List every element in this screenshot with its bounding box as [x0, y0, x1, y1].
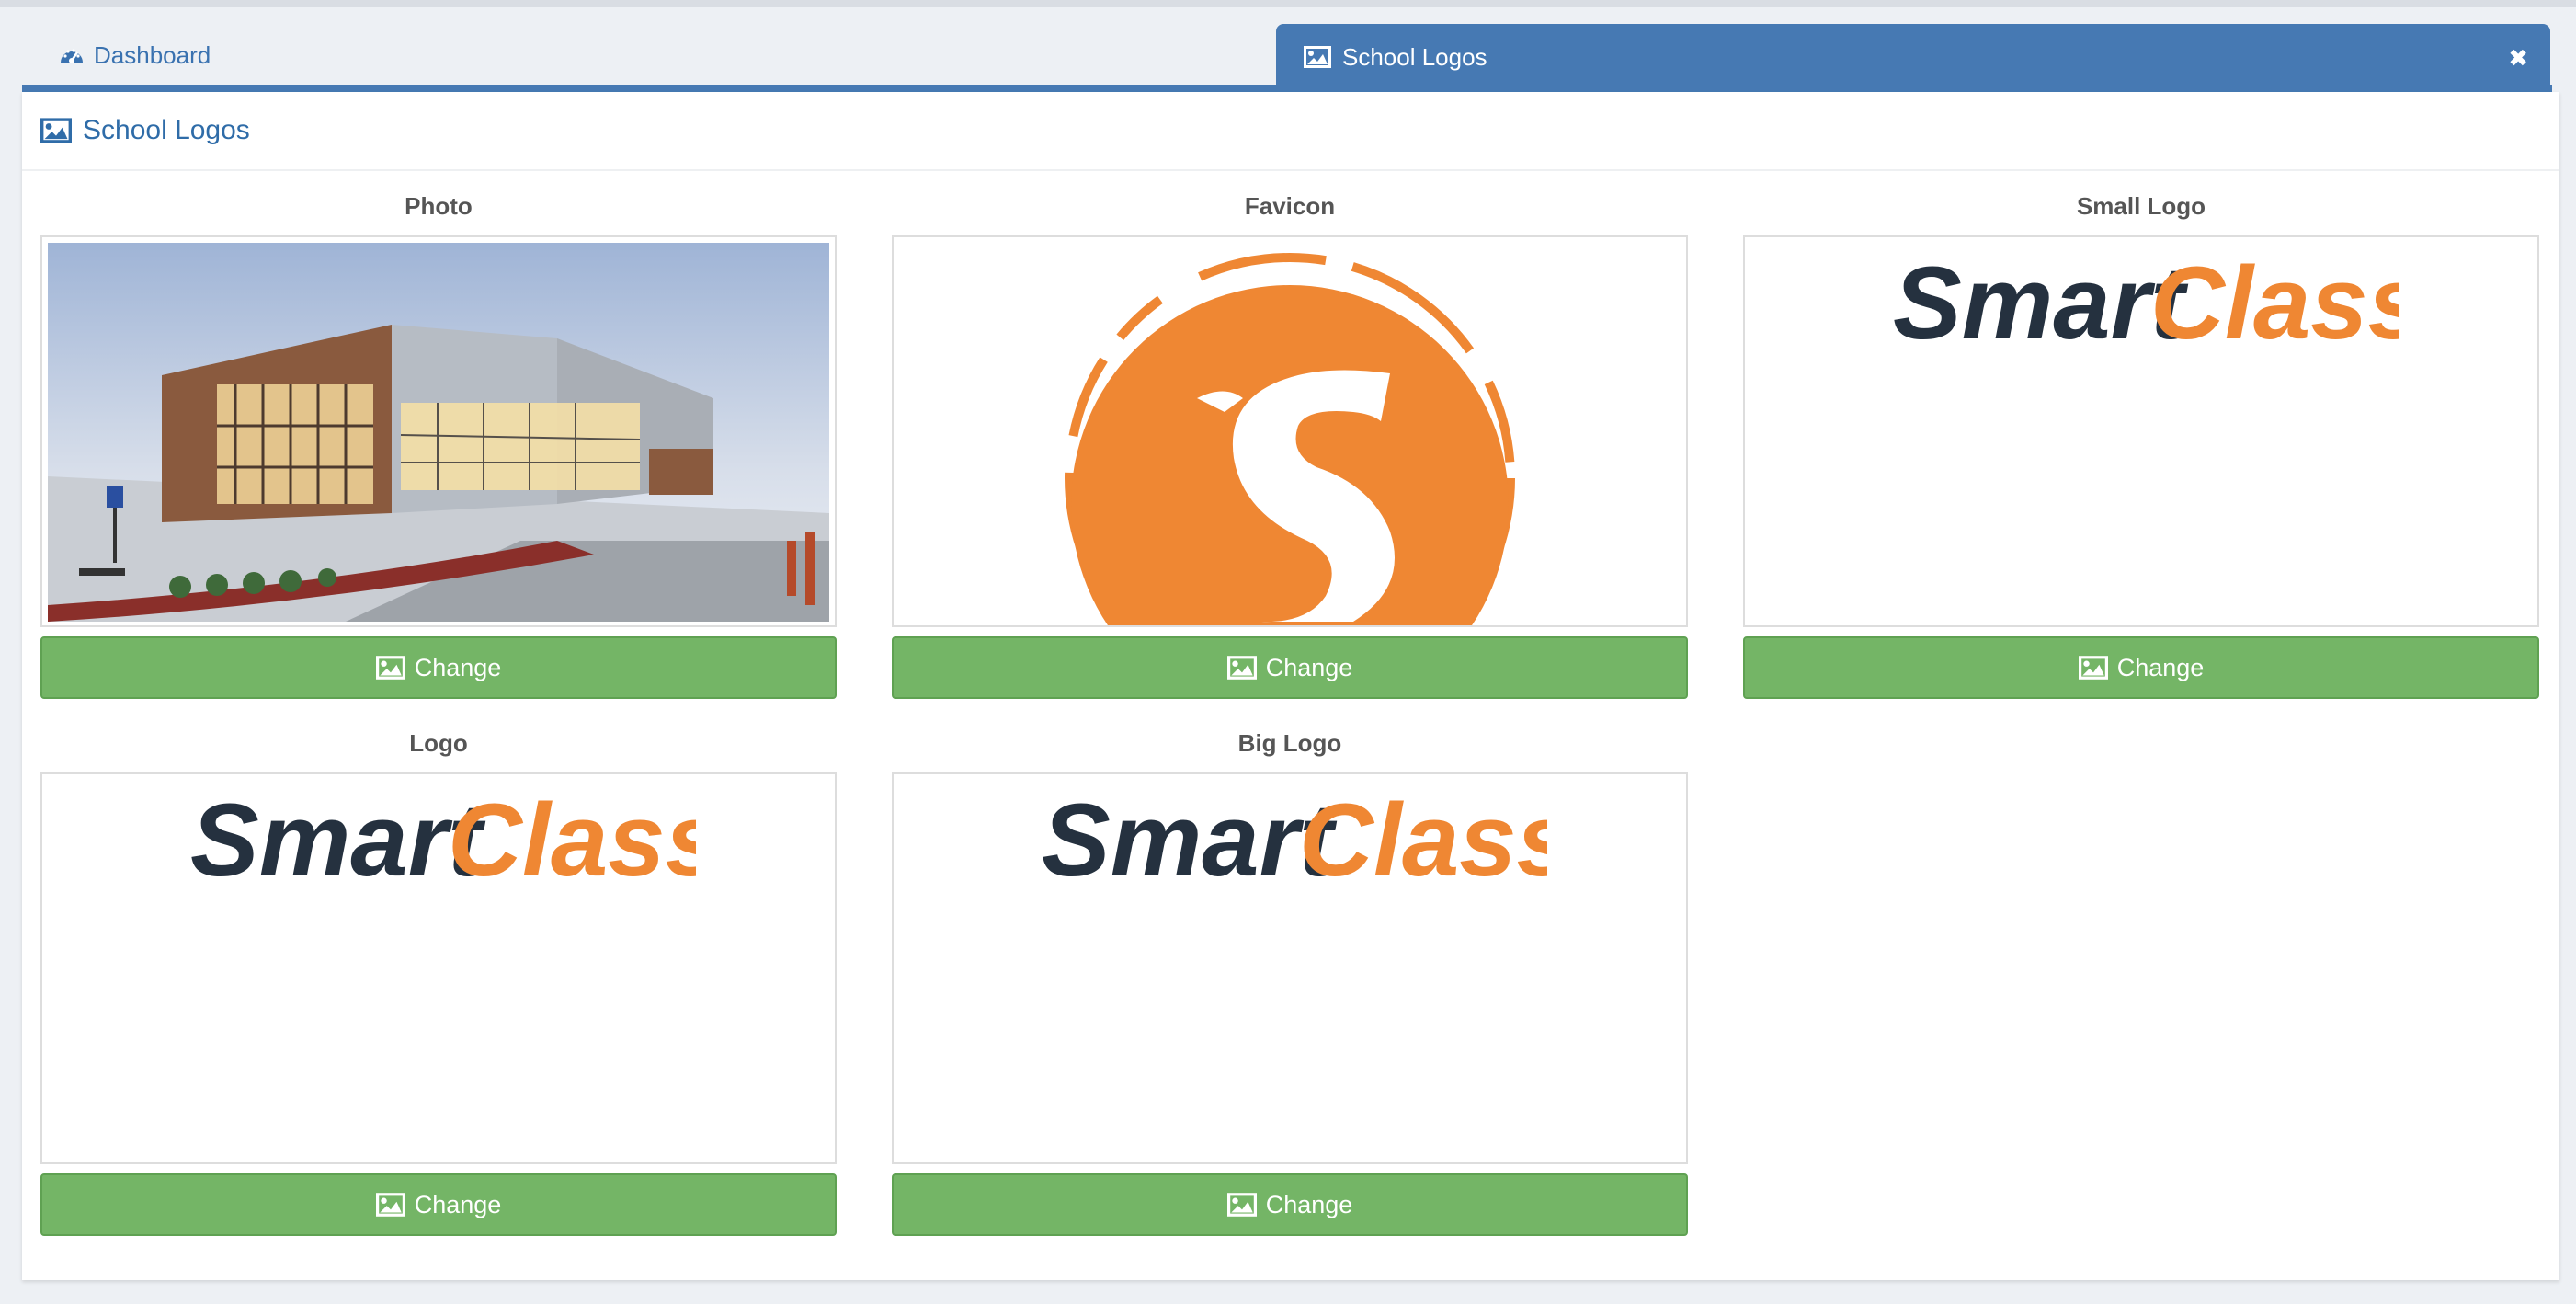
svg-text:Smart: Smart: [190, 784, 486, 898]
panel-header: School Logos: [22, 92, 2559, 171]
card-small-logo: Small Logo Smart Class Change: [1743, 191, 2539, 699]
tab-underline: [22, 85, 2552, 92]
card-big-logo: Big Logo Smart Class Change: [892, 728, 1688, 1236]
favicon-preview: [892, 235, 1688, 627]
school-building-photo: [48, 243, 829, 622]
image-icon: [2078, 656, 2108, 680]
card-title: Big Logo: [1237, 729, 1342, 757]
svg-text:Smart: Smart: [1893, 246, 2189, 360]
card-favicon: Favicon Change: [892, 191, 1688, 699]
image-icon: [375, 656, 405, 680]
card-title: Small Logo: [2076, 192, 2206, 220]
image-icon: [40, 118, 72, 143]
change-favicon-button[interactable]: Change: [892, 636, 1688, 699]
change-button-label: Change: [414, 653, 502, 681]
change-button-label: Change: [1265, 1190, 1353, 1218]
card-title: Favicon: [1244, 192, 1336, 220]
image-icon: [1226, 1193, 1257, 1217]
change-big-logo-button[interactable]: Change: [892, 1173, 1688, 1236]
image-icon: [1226, 656, 1257, 680]
smartclass-logo: Smart Class: [894, 784, 1686, 903]
svg-text:Class: Class: [448, 784, 696, 898]
image-icon: [1304, 46, 1331, 68]
svg-text:Class: Class: [2150, 246, 2399, 360]
smartclass-logo: Smart Class: [1745, 246, 2537, 366]
tab-dashboard-label: Dashboard: [94, 40, 211, 69]
smartclass-logo: Smart Class: [42, 784, 835, 903]
tab-dashboard[interactable]: Dashboard: [44, 28, 225, 83]
school-logos-panel: School Logos Photo Change Favicon Change…: [22, 92, 2559, 1280]
logo-preview: Smart Class: [40, 772, 837, 1164]
card-logo: Logo Smart Class Change: [40, 728, 837, 1236]
change-button-label: Change: [2116, 653, 2205, 681]
top-border: [0, 0, 2576, 7]
change-small-logo-button[interactable]: Change: [1743, 636, 2539, 699]
image-icon: [375, 1193, 405, 1217]
panel-title: School Logos: [83, 115, 250, 145]
dashboard-icon: [61, 49, 83, 63]
card-title: Logo: [409, 729, 468, 757]
photo-preview: [40, 235, 837, 627]
change-button-label: Change: [1265, 653, 1353, 681]
svg-text:Smart: Smart: [1042, 784, 1338, 898]
card-title: Photo: [405, 192, 473, 220]
close-icon[interactable]: ✖: [2508, 44, 2528, 73]
big-logo-preview: Smart Class: [892, 772, 1688, 1164]
change-logo-button[interactable]: Change: [40, 1173, 837, 1236]
tab-school-logos-label: School Logos: [1342, 42, 1487, 71]
smartclass-favicon: [1065, 253, 1515, 625]
tab-school-logos[interactable]: School Logos ✖: [1276, 24, 2550, 90]
change-button-label: Change: [414, 1190, 502, 1218]
change-photo-button[interactable]: Change: [40, 636, 837, 699]
svg-text:Class: Class: [1299, 784, 1547, 898]
small-logo-preview: Smart Class: [1743, 235, 2539, 627]
card-photo: Photo Change: [40, 191, 837, 699]
